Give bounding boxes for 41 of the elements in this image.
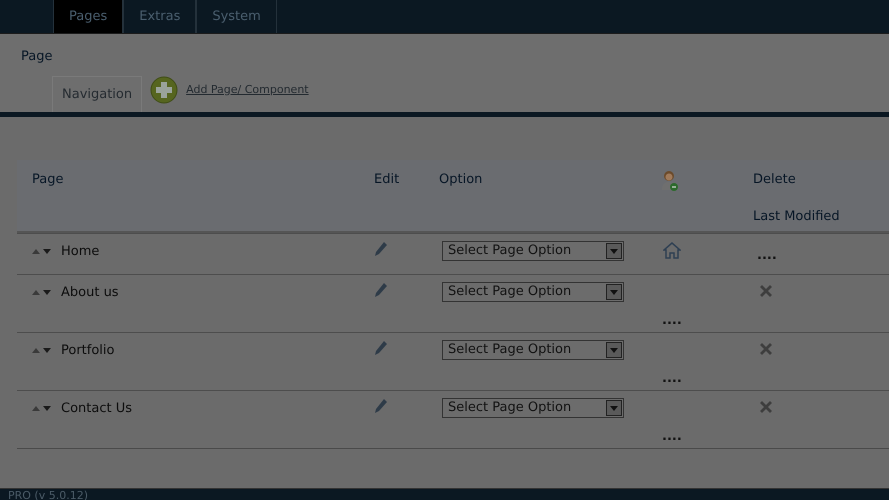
reorder-arrows-icon[interactable] (32, 405, 52, 411)
add-page-link[interactable]: Add Page/ Component (186, 82, 309, 98)
caret-icon (610, 248, 618, 254)
page-name[interactable]: Contact Us (61, 399, 132, 418)
column-header: Last Modified (753, 208, 840, 226)
reorder-arrows-icon[interactable] (32, 248, 52, 254)
last-modified: .... (662, 428, 682, 446)
nav-tab[interactable]: Pages (53, 0, 124, 33)
delete-icon[interactable] (758, 283, 774, 299)
plus-icon[interactable] (150, 76, 178, 104)
caret-icon (610, 348, 618, 352)
last-modified: .... (662, 370, 682, 388)
pencil-icon[interactable] (374, 282, 388, 298)
delete-icon[interactable] (758, 399, 774, 415)
column-header: Option (439, 171, 482, 189)
page-name[interactable]: Home (61, 242, 100, 262)
page-option-dropdown[interactable]: Select Page Option (442, 241, 624, 261)
last-modified: .... (757, 247, 777, 265)
pencil-icon[interactable] (374, 340, 388, 356)
column-header: Edit (374, 171, 400, 189)
nav-tab[interactable]: Extras (123, 0, 196, 33)
delete-icon[interactable] (758, 341, 774, 357)
page-option-dropdown[interactable]: Select Page Option (442, 340, 624, 360)
caret-icon (610, 290, 618, 294)
reorder-arrows-icon[interactable] (32, 289, 52, 295)
reorder-arrows-icon[interactable] (32, 347, 52, 353)
navigation-tab[interactable]: Navigation (52, 76, 142, 112)
user-icon (661, 170, 679, 192)
caret-icon (610, 406, 618, 410)
page-option-dropdown[interactable]: Select Page Option (442, 398, 624, 418)
home-icon (663, 241, 681, 259)
pencil-icon[interactable] (374, 241, 388, 257)
nav-tab[interactable]: System (196, 0, 277, 33)
column-header: Page (32, 171, 64, 189)
page-name[interactable]: Portfolio (61, 341, 114, 360)
last-modified: .... (662, 312, 682, 330)
page-option-dropdown[interactable]: Select Page Option (442, 282, 624, 302)
column-header: Delete (753, 171, 796, 189)
pencil-icon[interactable] (374, 398, 388, 414)
page-name[interactable]: About us (61, 283, 119, 302)
page-title: Page (21, 48, 52, 66)
